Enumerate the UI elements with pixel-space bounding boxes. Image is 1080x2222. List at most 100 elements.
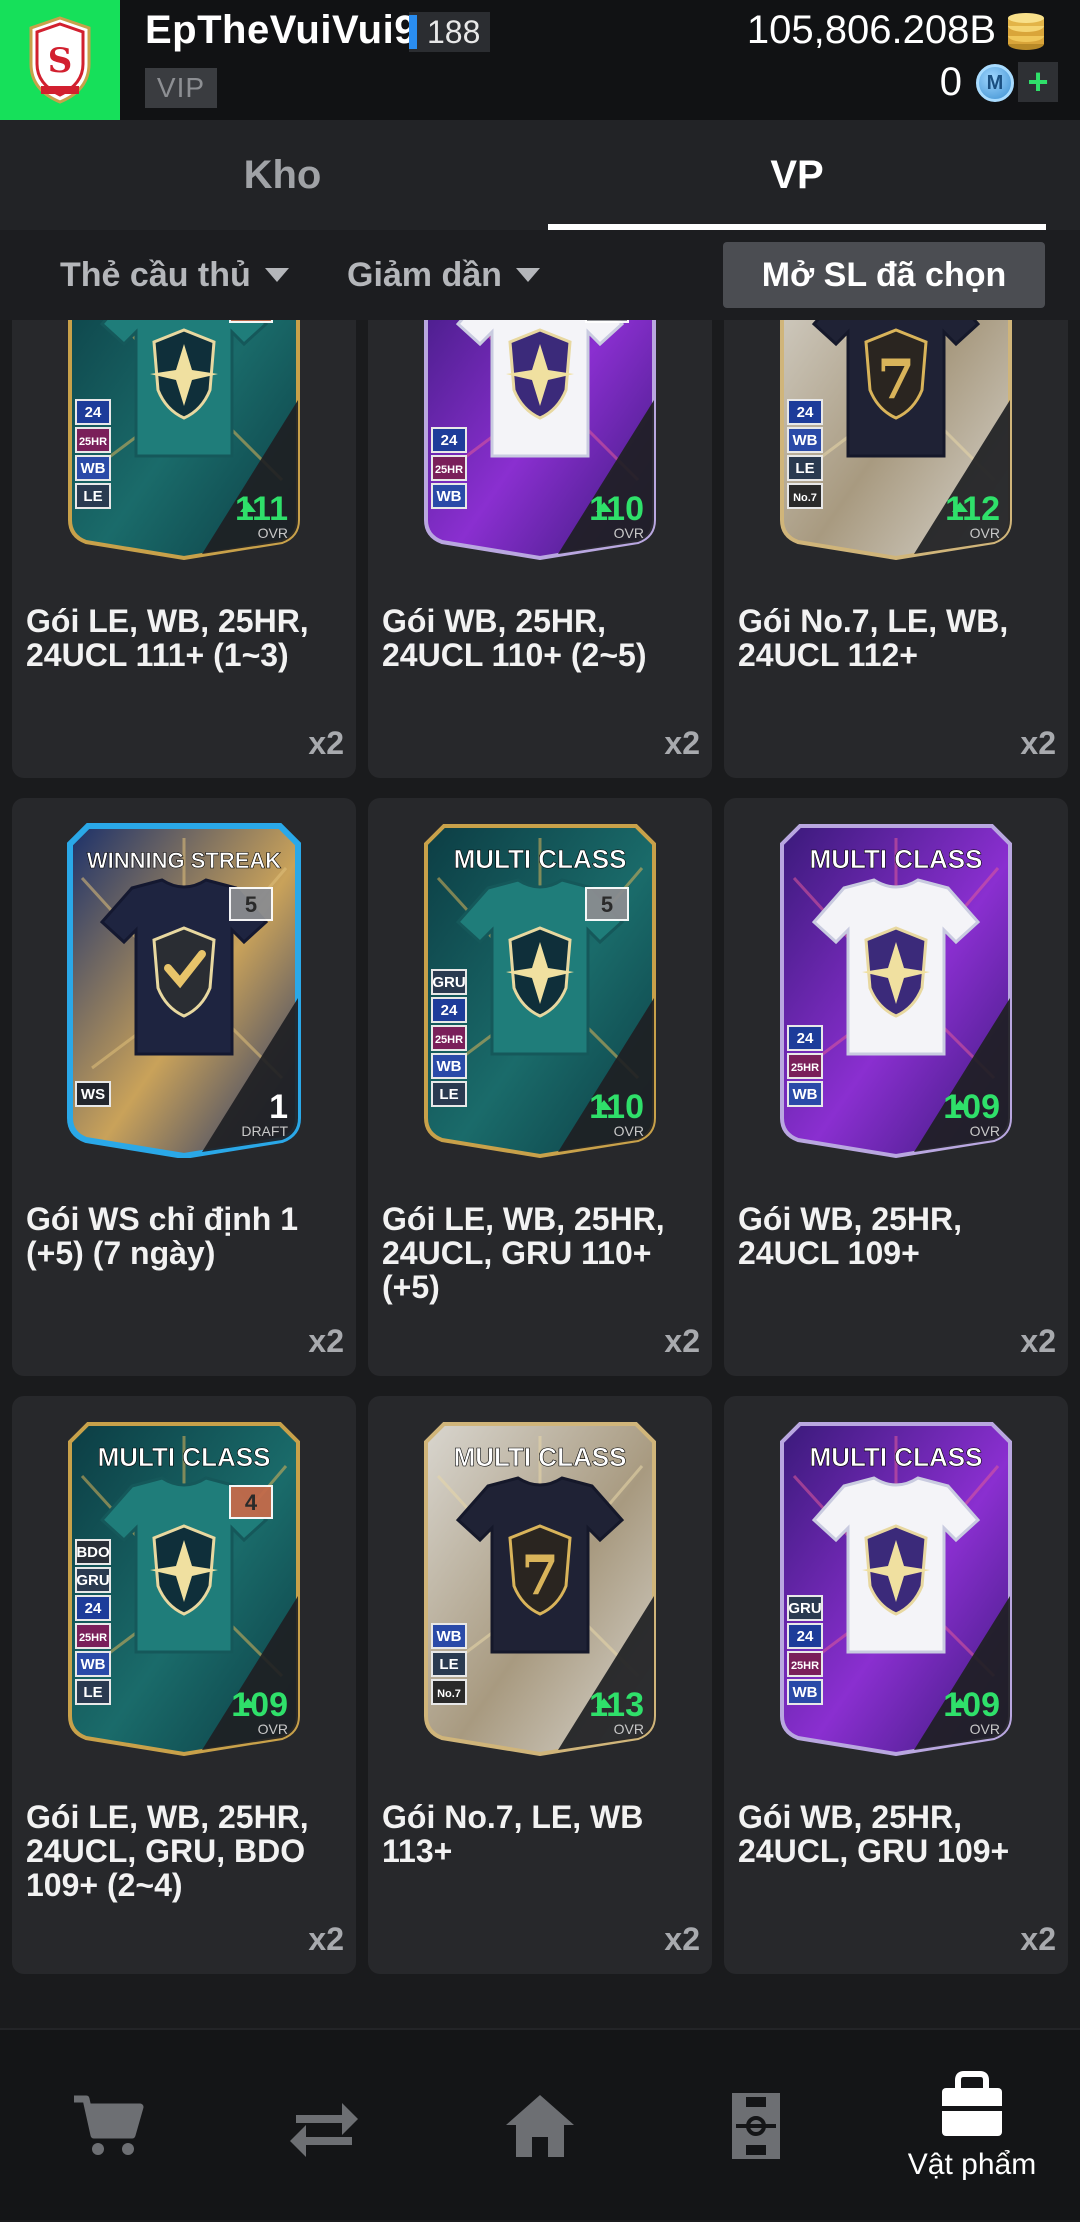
card-banner-text: WINNING STREAK [87, 848, 281, 873]
pack-title: Gói WB, 25HR, 24UCL, GRU 109+ [738, 1799, 1010, 1869]
class-badge-label: WS [81, 1086, 105, 1103]
class-badge-label: 24 [797, 1030, 814, 1047]
sort-order-dropdown[interactable]: Giảm dần [347, 230, 540, 320]
club-badge-icon[interactable]: S [0, 0, 120, 120]
vip-badge[interactable]: VIP [145, 68, 217, 108]
class-badge-label: No.7 [793, 492, 817, 504]
ovr-value: 113 [589, 1686, 644, 1724]
grade-box [585, 320, 629, 323]
pack-item-tile[interactable]: MULTI CLASS 7 WB LE No.7 113 OVR Gói No.7, LE, … [368, 1396, 712, 1974]
pack-quantity: x2 [308, 725, 344, 761]
class-badge-label: 25HR [79, 436, 107, 448]
class-badge-label: 24 [85, 1600, 102, 1617]
tab-vp[interactable]: VP [548, 120, 1046, 230]
field-icon [732, 2093, 780, 2159]
class-badge-label: 25HR [791, 1660, 819, 1672]
pack-card-art: MULTI CLASS 24 25HR WB 109OVR [780, 824, 1012, 1158]
chevron-down-icon [264, 268, 289, 282]
pack-item-tile[interactable]: MULTI CLASS GRU 24 25HR WB 109 OVR Gói WB, 25HR… [724, 1396, 1068, 1974]
ovr-label: OVR [970, 525, 1000, 541]
cart-icon [74, 2095, 144, 2155]
pack-item-tile[interactable]: MULTI CLASS32425HRWBLE111OVRGói LE, WB, … [12, 320, 356, 778]
pack-title: Gói WS chỉ định 1 (+5) (7 ngày) [26, 1201, 298, 1271]
nav-items[interactable]: Vật phẩm [864, 2030, 1080, 2222]
pack-quantity: x2 [1020, 725, 1056, 761]
pack-title: Gói LE, WB, 25HR, 24UCL, GRU 110+ (+5) [382, 1201, 665, 1305]
pack-card: MULTI CLASS 24 25HR WB 109 OVR [774, 818, 1018, 1158]
tab-kho[interactable]: Kho [0, 120, 565, 230]
class-badge-label: LE [439, 1086, 458, 1103]
item-grid-viewport[interactable]: MULTI CLASS32425HRWBLE111OVRGói LE, WB, … [0, 320, 1080, 2025]
pack-item-tile[interactable]: MULTI CLASS 4 BDO GRU 24 25HR WB LE 109 OVR Gói LE… [12, 1396, 356, 1974]
ovr-label: OVR [258, 1721, 288, 1737]
level-bar-icon [409, 15, 417, 49]
level-badge: 188 [409, 12, 491, 52]
number-seven-icon: 7 [877, 347, 915, 411]
grade-number: 4 [245, 1490, 258, 1515]
mc-balance: 0 [939, 60, 962, 104]
ovr-label: OVR [970, 1721, 1000, 1737]
pack-item-tile[interactable]: MULTI CLASS 24 25HR WB 109 OVR Gói WB, 25HR, 2… [724, 798, 1068, 1376]
bag-icon [942, 2071, 1002, 2136]
grade-number: 5 [601, 892, 613, 917]
add-currency-button[interactable]: + [1018, 62, 1058, 102]
pack-card: MULTI CLASS 5 GRU 24 25HR WB LE 110 OVR [418, 818, 662, 1158]
class-badge-label: WB [81, 460, 106, 477]
tab-bar: Kho VP [0, 120, 1080, 230]
pack-quantity: x2 [664, 725, 700, 761]
pack-card: MULTI CLASS724WBLENo.7112OVR [774, 320, 1018, 560]
pack-title: Gói No.7, LE, WB 113+ [382, 1799, 644, 1869]
pack-card-art: MULTI CLASS32425HRWBLE111OVR [68, 320, 300, 560]
nav-items-label: Vật phẩm [907, 2148, 1037, 2181]
class-badge-label: WB [437, 1058, 462, 1075]
card-banner-text: MULTI CLASS [454, 844, 627, 874]
pack-title: Gói WB, 25HR, 24UCL 110+ (2~5) [382, 603, 647, 673]
class-badge-label: LE [795, 460, 814, 477]
class-badge-label: WB [81, 1656, 106, 1673]
class-badge-label: 25HR [435, 1034, 463, 1046]
pack-card-art: MULTI CLASS724WBLENo.7112OVR [780, 320, 1012, 560]
class-badge-label: 24 [85, 404, 102, 421]
class-badge-label: LE [439, 1656, 458, 1673]
class-badge-label: WB [793, 1684, 818, 1701]
nav-shop[interactable] [0, 2030, 216, 2222]
ovr-value: 109 [231, 1686, 288, 1724]
card-banner-text: MULTI CLASS [810, 844, 983, 874]
pack-card-art: WINNING STREAK 5 WS 1DRAFT [67, 823, 301, 1158]
class-badge-label: WB [437, 1628, 462, 1645]
class-badge-label: 24 [441, 1002, 458, 1019]
ovr-value: 112 [945, 490, 1000, 528]
card-banner-text: MULTI CLASS [810, 1442, 983, 1472]
pack-item-tile[interactable]: MULTI CLASS724WBLENo.7112OVRGói No.7, LE… [724, 320, 1068, 778]
ovr-value: 1 [269, 1088, 288, 1126]
class-badge-label: BDO [76, 1544, 110, 1561]
nav-squad[interactable] [648, 2030, 864, 2222]
ovr-label: OVR [614, 1123, 644, 1139]
bp-balance: 105,806.208B [746, 8, 996, 52]
pack-card-art: MULTI CLASS 5 GRU 24 25HR WB LE 110OVR [424, 824, 656, 1158]
pack-card: MULTI CLASS 4 BDO GRU 24 25HR WB LE 109 OVR [62, 1416, 306, 1756]
pack-item-tile[interactable]: MULTI CLASS52425HRWB110OVRGói WB, 25HR, … [368, 320, 712, 778]
bottom-nav: Vật phẩm [0, 2028, 1080, 2220]
nav-transfer[interactable] [216, 2030, 432, 2222]
pack-quantity: x2 [1020, 1921, 1056, 1957]
sort-order-label: Giảm dần [347, 255, 502, 294]
pack-card-art: MULTI CLASS 7 WB LE No.7 113OVR [424, 1422, 656, 1756]
pack-card: MULTI CLASS 7 WB LE No.7 113 OVR [418, 1416, 662, 1756]
top-header: S EpTheVuiVui9 188 VIP 105,806.208B 0 M … [0, 0, 1080, 120]
grade-box [229, 320, 273, 323]
ovr-value: 111 [235, 490, 288, 528]
class-badge-label: WB [437, 488, 462, 505]
pack-title: Gói LE, WB, 25HR, 24UCL 111+ (1~3) [26, 603, 309, 673]
ovr-label: OVR [258, 525, 288, 541]
pack-quantity: x2 [664, 1921, 700, 1957]
open-selected-button[interactable]: Mở SL đã chọn [723, 242, 1045, 308]
ovr-label: OVR [614, 525, 644, 541]
level-number: 188 [427, 13, 481, 50]
pack-card: MULTI CLASS GRU 24 25HR WB 109 OVR [774, 1416, 1018, 1756]
pack-item-tile[interactable]: MULTI CLASS 5 GRU 24 25HR WB LE 110 OVR Gói LE, W… [368, 798, 712, 1376]
nav-home[interactable] [432, 2030, 648, 2222]
card-type-dropdown[interactable]: Thẻ cầu thủ [60, 230, 289, 320]
gold-coins-icon [1004, 12, 1048, 52]
pack-item-tile[interactable]: WINNING STREAK 5 WS 1 DRAFT Gói WS chỉ định 1… [12, 798, 356, 1376]
